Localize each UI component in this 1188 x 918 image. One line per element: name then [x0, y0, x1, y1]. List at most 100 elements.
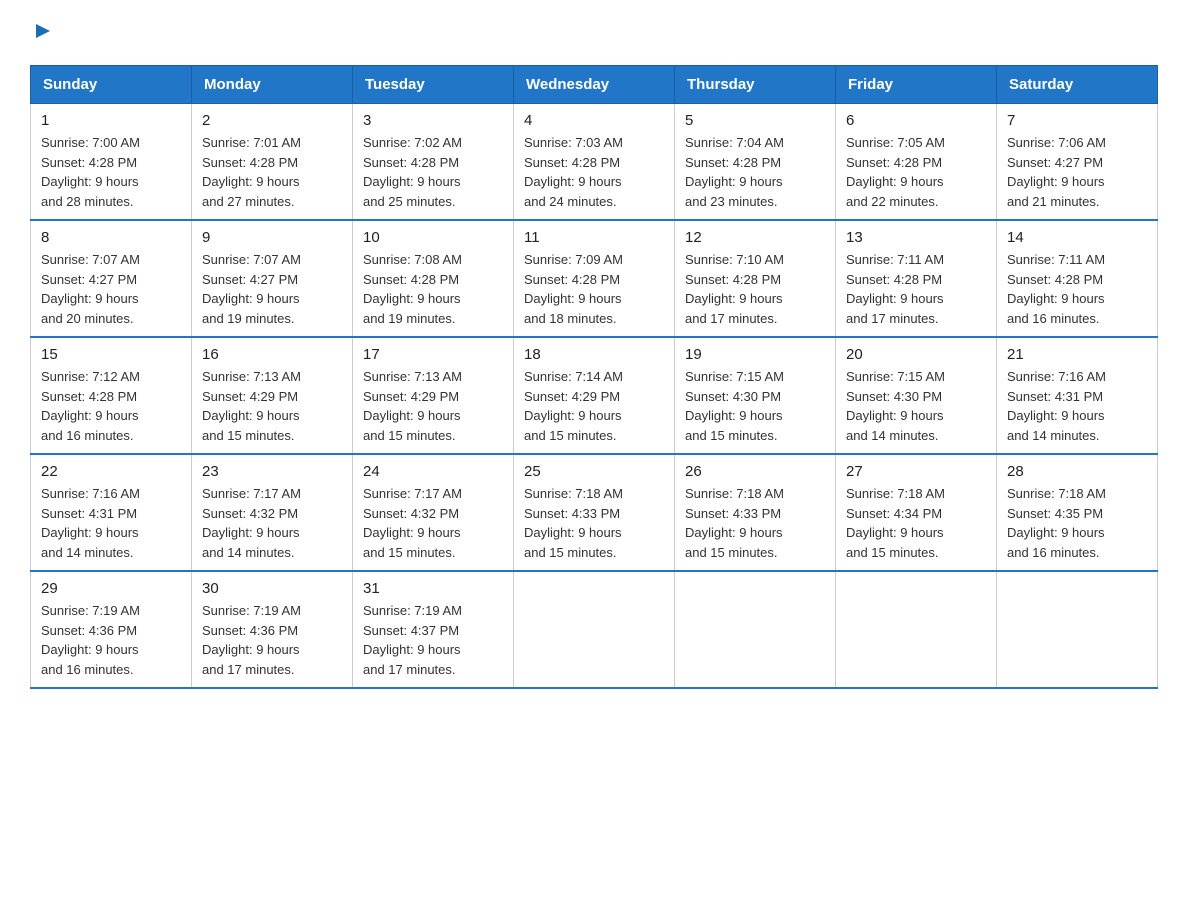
calendar-cell — [514, 571, 675, 688]
calendar-cell: 17 Sunrise: 7:13 AM Sunset: 4:29 PM Dayl… — [353, 337, 514, 454]
calendar-cell: 31 Sunrise: 7:19 AM Sunset: 4:37 PM Dayl… — [353, 571, 514, 688]
day-info: Sunrise: 7:14 AM Sunset: 4:29 PM Dayligh… — [524, 367, 664, 445]
header-monday: Monday — [192, 66, 353, 104]
day-number: 13 — [846, 229, 986, 246]
day-number: 1 — [41, 112, 181, 129]
day-number: 4 — [524, 112, 664, 129]
day-info: Sunrise: 7:18 AM Sunset: 4:33 PM Dayligh… — [685, 484, 825, 562]
day-info: Sunrise: 7:02 AM Sunset: 4:28 PM Dayligh… — [363, 133, 503, 211]
calendar-week-row: 15 Sunrise: 7:12 AM Sunset: 4:28 PM Dayl… — [31, 337, 1158, 454]
header-wednesday: Wednesday — [514, 66, 675, 104]
day-info: Sunrise: 7:10 AM Sunset: 4:28 PM Dayligh… — [685, 250, 825, 328]
day-info: Sunrise: 7:13 AM Sunset: 4:29 PM Dayligh… — [363, 367, 503, 445]
day-info: Sunrise: 7:12 AM Sunset: 4:28 PM Dayligh… — [41, 367, 181, 445]
calendar-cell: 15 Sunrise: 7:12 AM Sunset: 4:28 PM Dayl… — [31, 337, 192, 454]
calendar-cell: 28 Sunrise: 7:18 AM Sunset: 4:35 PM Dayl… — [997, 454, 1158, 571]
calendar-cell: 6 Sunrise: 7:05 AM Sunset: 4:28 PM Dayli… — [836, 104, 997, 221]
calendar-cell: 2 Sunrise: 7:01 AM Sunset: 4:28 PM Dayli… — [192, 104, 353, 221]
day-info: Sunrise: 7:15 AM Sunset: 4:30 PM Dayligh… — [846, 367, 986, 445]
day-number: 12 — [685, 229, 825, 246]
calendar-cell: 29 Sunrise: 7:19 AM Sunset: 4:36 PM Dayl… — [31, 571, 192, 688]
header-thursday: Thursday — [675, 66, 836, 104]
day-info: Sunrise: 7:07 AM Sunset: 4:27 PM Dayligh… — [202, 250, 342, 328]
calendar-table: SundayMondayTuesdayWednesdayThursdayFrid… — [30, 65, 1158, 689]
calendar-cell: 20 Sunrise: 7:15 AM Sunset: 4:30 PM Dayl… — [836, 337, 997, 454]
day-number: 15 — [41, 346, 181, 363]
day-number: 26 — [685, 463, 825, 480]
calendar-cell: 3 Sunrise: 7:02 AM Sunset: 4:28 PM Dayli… — [353, 104, 514, 221]
day-number: 21 — [1007, 346, 1147, 363]
day-number: 29 — [41, 580, 181, 597]
calendar-cell: 30 Sunrise: 7:19 AM Sunset: 4:36 PM Dayl… — [192, 571, 353, 688]
day-number: 7 — [1007, 112, 1147, 129]
day-info: Sunrise: 7:11 AM Sunset: 4:28 PM Dayligh… — [846, 250, 986, 328]
calendar-week-row: 22 Sunrise: 7:16 AM Sunset: 4:31 PM Dayl… — [31, 454, 1158, 571]
calendar-cell — [997, 571, 1158, 688]
day-number: 20 — [846, 346, 986, 363]
header-tuesday: Tuesday — [353, 66, 514, 104]
day-number: 3 — [363, 112, 503, 129]
day-info: Sunrise: 7:04 AM Sunset: 4:28 PM Dayligh… — [685, 133, 825, 211]
calendar-cell — [836, 571, 997, 688]
day-info: Sunrise: 7:00 AM Sunset: 4:28 PM Dayligh… — [41, 133, 181, 211]
day-info: Sunrise: 7:16 AM Sunset: 4:31 PM Dayligh… — [1007, 367, 1147, 445]
calendar-cell: 19 Sunrise: 7:15 AM Sunset: 4:30 PM Dayl… — [675, 337, 836, 454]
calendar-cell: 24 Sunrise: 7:17 AM Sunset: 4:32 PM Dayl… — [353, 454, 514, 571]
day-number: 6 — [846, 112, 986, 129]
calendar-cell: 4 Sunrise: 7:03 AM Sunset: 4:28 PM Dayli… — [514, 104, 675, 221]
day-info: Sunrise: 7:19 AM Sunset: 4:36 PM Dayligh… — [202, 601, 342, 679]
calendar-cell: 18 Sunrise: 7:14 AM Sunset: 4:29 PM Dayl… — [514, 337, 675, 454]
day-info: Sunrise: 7:17 AM Sunset: 4:32 PM Dayligh… — [363, 484, 503, 562]
day-number: 22 — [41, 463, 181, 480]
calendar-cell — [675, 571, 836, 688]
day-info: Sunrise: 7:06 AM Sunset: 4:27 PM Dayligh… — [1007, 133, 1147, 211]
calendar-cell: 9 Sunrise: 7:07 AM Sunset: 4:27 PM Dayli… — [192, 220, 353, 337]
calendar-cell: 22 Sunrise: 7:16 AM Sunset: 4:31 PM Dayl… — [31, 454, 192, 571]
calendar-week-row: 29 Sunrise: 7:19 AM Sunset: 4:36 PM Dayl… — [31, 571, 1158, 688]
calendar-cell: 23 Sunrise: 7:17 AM Sunset: 4:32 PM Dayl… — [192, 454, 353, 571]
day-number: 19 — [685, 346, 825, 363]
day-info: Sunrise: 7:09 AM Sunset: 4:28 PM Dayligh… — [524, 250, 664, 328]
calendar-cell: 1 Sunrise: 7:00 AM Sunset: 4:28 PM Dayli… — [31, 104, 192, 221]
day-number: 10 — [363, 229, 503, 246]
page-header — [30, 20, 1158, 47]
calendar-cell: 21 Sunrise: 7:16 AM Sunset: 4:31 PM Dayl… — [997, 337, 1158, 454]
calendar-cell: 14 Sunrise: 7:11 AM Sunset: 4:28 PM Dayl… — [997, 220, 1158, 337]
calendar-cell: 13 Sunrise: 7:11 AM Sunset: 4:28 PM Dayl… — [836, 220, 997, 337]
logo-arrow-icon — [32, 20, 54, 47]
day-info: Sunrise: 7:08 AM Sunset: 4:28 PM Dayligh… — [363, 250, 503, 328]
day-number: 8 — [41, 229, 181, 246]
header-sunday: Sunday — [31, 66, 192, 104]
day-info: Sunrise: 7:03 AM Sunset: 4:28 PM Dayligh… — [524, 133, 664, 211]
calendar-cell: 26 Sunrise: 7:18 AM Sunset: 4:33 PM Dayl… — [675, 454, 836, 571]
logo — [30, 20, 54, 47]
day-number: 24 — [363, 463, 503, 480]
calendar-cell: 12 Sunrise: 7:10 AM Sunset: 4:28 PM Dayl… — [675, 220, 836, 337]
day-info: Sunrise: 7:17 AM Sunset: 4:32 PM Dayligh… — [202, 484, 342, 562]
day-info: Sunrise: 7:18 AM Sunset: 4:34 PM Dayligh… — [846, 484, 986, 562]
day-number: 23 — [202, 463, 342, 480]
day-info: Sunrise: 7:19 AM Sunset: 4:36 PM Dayligh… — [41, 601, 181, 679]
day-number: 11 — [524, 229, 664, 246]
day-info: Sunrise: 7:01 AM Sunset: 4:28 PM Dayligh… — [202, 133, 342, 211]
day-number: 14 — [1007, 229, 1147, 246]
calendar-cell: 7 Sunrise: 7:06 AM Sunset: 4:27 PM Dayli… — [997, 104, 1158, 221]
day-number: 2 — [202, 112, 342, 129]
calendar-week-row: 1 Sunrise: 7:00 AM Sunset: 4:28 PM Dayli… — [31, 104, 1158, 221]
day-number: 28 — [1007, 463, 1147, 480]
day-number: 30 — [202, 580, 342, 597]
day-number: 16 — [202, 346, 342, 363]
header-friday: Friday — [836, 66, 997, 104]
day-info: Sunrise: 7:15 AM Sunset: 4:30 PM Dayligh… — [685, 367, 825, 445]
header-saturday: Saturday — [997, 66, 1158, 104]
day-number: 9 — [202, 229, 342, 246]
calendar-cell: 11 Sunrise: 7:09 AM Sunset: 4:28 PM Dayl… — [514, 220, 675, 337]
calendar-cell: 25 Sunrise: 7:18 AM Sunset: 4:33 PM Dayl… — [514, 454, 675, 571]
day-number: 18 — [524, 346, 664, 363]
day-info: Sunrise: 7:19 AM Sunset: 4:37 PM Dayligh… — [363, 601, 503, 679]
day-number: 25 — [524, 463, 664, 480]
day-info: Sunrise: 7:13 AM Sunset: 4:29 PM Dayligh… — [202, 367, 342, 445]
day-number: 17 — [363, 346, 503, 363]
day-number: 27 — [846, 463, 986, 480]
calendar-cell: 27 Sunrise: 7:18 AM Sunset: 4:34 PM Dayl… — [836, 454, 997, 571]
